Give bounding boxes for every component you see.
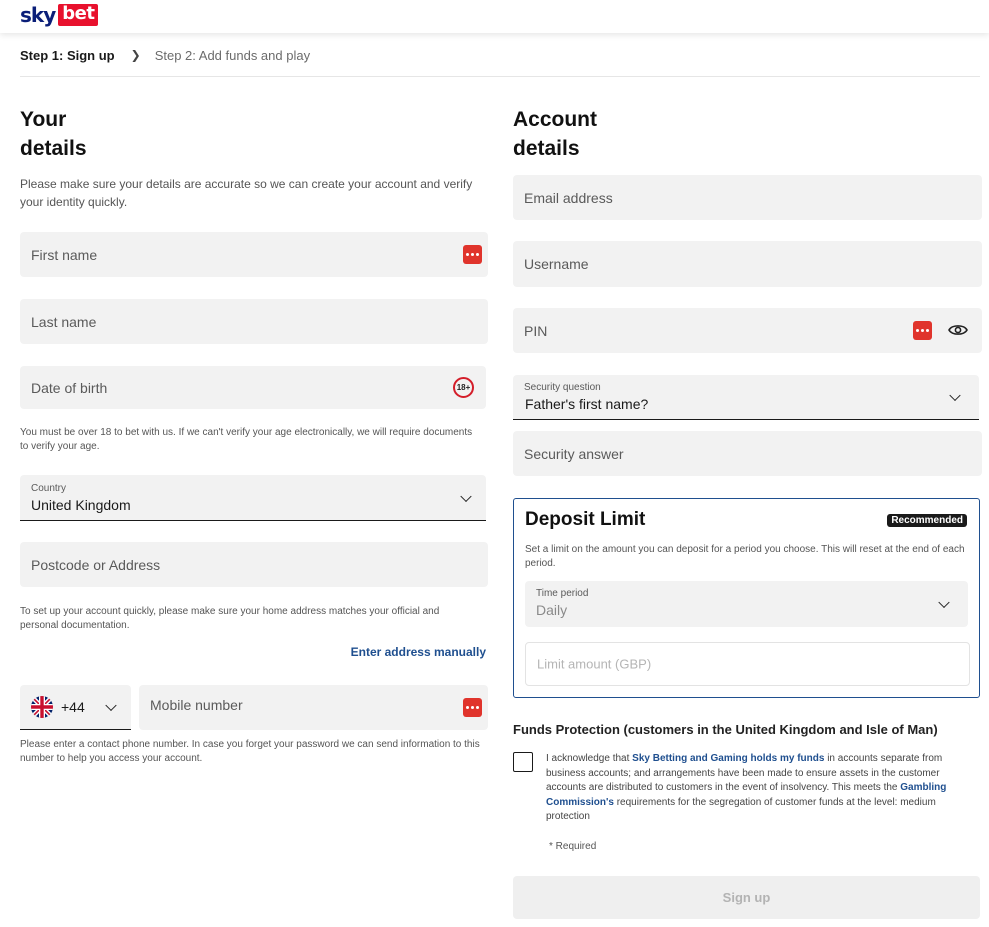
logo-bet-text: bet — [58, 4, 99, 26]
limit-amount-field[interactable]: Limit amount (GBP) — [525, 642, 970, 686]
your-details-title: Your details — [20, 108, 87, 160]
step-1-label: Step 1: Sign up — [20, 47, 115, 63]
limit-amount-placeholder: Limit amount (GBP) — [537, 656, 652, 672]
last-name-field[interactable]: Last name — [20, 299, 488, 344]
time-period-label: Time period — [536, 588, 589, 599]
address-note: To set up your account quickly, please m… — [20, 606, 440, 631]
chevron-down-icon — [460, 490, 472, 502]
phone-country-code-select[interactable]: +44 — [20, 685, 131, 730]
username-field[interactable]: Username — [513, 241, 982, 287]
country-select[interactable]: Country United Kingdom — [20, 475, 486, 521]
sky-bet-logo[interactable]: sky bet — [20, 3, 99, 27]
chevron-right-icon: ❯ — [130, 48, 141, 62]
security-answer-field[interactable]: Security answer — [513, 431, 982, 476]
phone-note: Please enter a contact phone number. In … — [20, 739, 480, 764]
age-note: You must be over 18 to bet with us. If w… — [20, 427, 473, 452]
your-details-description: Please make sure your details are accura… — [20, 177, 473, 209]
deposit-limit-description: Set a limit on the amount you can deposi… — [525, 544, 965, 569]
site-header: sky bet — [0, 0, 989, 33]
country-value: United Kingdom — [31, 497, 131, 513]
date-of-birth-field[interactable]: Date of birth 18+ — [20, 366, 486, 409]
security-answer-placeholder: Security answer — [524, 445, 624, 462]
chevron-down-icon — [938, 596, 950, 609]
email-placeholder: Email address — [524, 189, 613, 206]
chevron-down-icon — [949, 389, 961, 402]
funds-protection-checkbox[interactable] — [513, 752, 533, 772]
security-question-label: Security question — [524, 382, 601, 393]
mobile-placeholder: Mobile number — [150, 697, 243, 713]
divider — [20, 76, 980, 77]
step-2-label: Step 2: Add funds and play — [154, 47, 311, 63]
funds-held-link[interactable]: Sky Betting and Gaming holds my funds — [632, 753, 824, 764]
funds-protection-title: Funds Protection (customers in the Unite… — [513, 722, 938, 737]
pin-field[interactable]: PIN — [513, 308, 982, 353]
security-question-select[interactable]: Security question Father's first name? — [513, 375, 979, 420]
age-18-plus-icon: 18+ — [453, 377, 474, 398]
account-details-title: Account details — [513, 108, 597, 160]
deposit-limit-title: Deposit Limit — [525, 509, 646, 530]
password-manager-icon[interactable] — [463, 245, 482, 264]
country-label: Country — [31, 483, 67, 494]
username-placeholder: Username — [524, 256, 589, 272]
eye-icon[interactable] — [948, 323, 968, 337]
chevron-down-icon — [105, 699, 117, 712]
postcode-placeholder: Postcode or Address — [31, 556, 161, 573]
required-note: * Required — [549, 841, 597, 852]
sign-up-button[interactable]: Sign up — [513, 876, 980, 919]
first-name-field[interactable]: First name — [20, 232, 488, 277]
step-breadcrumb: Step 1: Sign up ❯ Step 2: Add funds and … — [20, 46, 310, 64]
recommended-badge: Recommended — [887, 514, 967, 527]
first-name-placeholder: First name — [31, 246, 98, 263]
time-period-select[interactable]: Time period Daily — [525, 581, 968, 627]
deposit-limit-panel: Deposit Limit Recommended Set a limit on… — [513, 498, 980, 698]
pin-placeholder: PIN — [524, 322, 548, 339]
dob-placeholder: Date of birth — [31, 379, 108, 396]
email-field[interactable]: Email address — [513, 175, 982, 220]
password-manager-icon[interactable] — [463, 698, 482, 717]
last-name-placeholder: Last name — [31, 313, 97, 330]
enter-address-manually-link[interactable]: Enter address manually — [351, 645, 486, 659]
uk-flag-icon — [31, 696, 53, 718]
postcode-address-field[interactable]: Postcode or Address — [20, 542, 488, 587]
phone-code-value: +44 — [61, 699, 85, 715]
logo-sky-text: sky — [20, 3, 56, 27]
security-question-value: Father's first name? — [525, 396, 649, 412]
password-manager-icon[interactable] — [913, 321, 932, 340]
time-period-value: Daily — [536, 602, 568, 618]
funds-protection-text: I acknowledge that Sky Betting and Gamin… — [546, 753, 947, 822]
mobile-number-field[interactable]: Mobile number — [139, 685, 488, 730]
